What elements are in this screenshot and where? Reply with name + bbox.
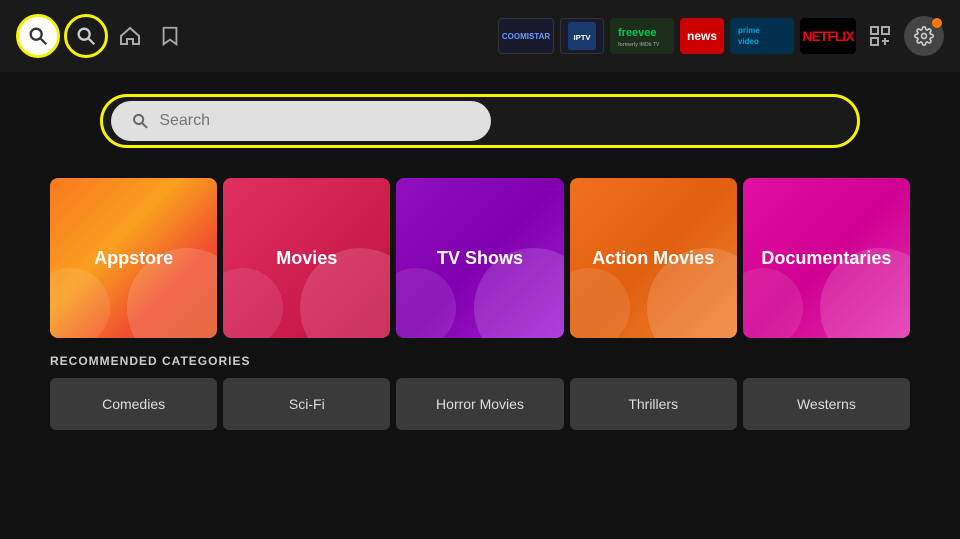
tile-appstore-label: Appstore xyxy=(94,248,173,269)
tile-appstore[interactable]: Appstore xyxy=(50,178,217,338)
category-tiles: Appstore Movies TV Shows Action Movies D… xyxy=(0,178,960,338)
pill-horror[interactable]: Horror Movies xyxy=(396,378,563,430)
app-logos: COOMISTAR IPTV freevee formerly IMDb TV … xyxy=(498,16,944,56)
tile-action-movies[interactable]: Action Movies xyxy=(570,178,737,338)
pill-westerns[interactable]: Westerns xyxy=(743,378,910,430)
search-icon-outlined[interactable] xyxy=(64,14,108,58)
category-pills: Comedies Sci-Fi Horror Movies Thrillers … xyxy=(50,378,910,430)
recommended-section: RECOMMENDED CATEGORIES Comedies Sci-Fi H… xyxy=(0,338,960,430)
svg-text:video: video xyxy=(738,37,759,46)
notification-badge xyxy=(932,18,942,28)
search-circle-button[interactable] xyxy=(16,14,60,58)
svg-text:IPTV: IPTV xyxy=(573,33,591,42)
tile-tvshows[interactable]: TV Shows xyxy=(396,178,563,338)
search-bar-icon xyxy=(131,111,149,131)
search-input[interactable] xyxy=(159,112,471,130)
svg-text:prime: prime xyxy=(738,26,760,35)
netflix-logo[interactable]: NETFLIX xyxy=(800,18,856,54)
bookmark-icon[interactable] xyxy=(152,18,188,54)
search-bar-container xyxy=(100,94,860,148)
pill-comedies[interactable]: Comedies xyxy=(50,378,217,430)
news-logo[interactable]: news xyxy=(680,18,724,54)
freevee-logo[interactable]: freevee formerly IMDb TV xyxy=(610,18,674,54)
pill-scifi[interactable]: Sci-Fi xyxy=(223,378,390,430)
settings-button[interactable] xyxy=(904,16,944,56)
search-bar[interactable] xyxy=(111,101,491,141)
grid-icon[interactable] xyxy=(862,18,898,54)
tile-documentaries-label: Documentaries xyxy=(761,248,891,269)
nav-left-icons xyxy=(16,14,188,58)
home-icon[interactable] xyxy=(112,18,148,54)
tile-movies-label: Movies xyxy=(276,248,337,269)
iptv-logo[interactable]: IPTV xyxy=(560,18,604,54)
tile-documentaries[interactable]: Documentaries xyxy=(743,178,910,338)
coomistar-logo[interactable]: COOMISTAR xyxy=(498,18,554,54)
tile-tvshows-label: TV Shows xyxy=(437,248,523,269)
primevideo-logo[interactable]: prime video xyxy=(730,18,794,54)
tile-movies[interactable]: Movies xyxy=(223,178,390,338)
pill-thrillers[interactable]: Thrillers xyxy=(570,378,737,430)
search-section xyxy=(0,72,960,170)
recommended-title: RECOMMENDED CATEGORIES xyxy=(50,354,910,368)
top-navigation: COOMISTAR IPTV freevee formerly IMDb TV … xyxy=(0,0,960,72)
tile-action-label: Action Movies xyxy=(592,248,714,269)
svg-text:formerly IMDb TV: formerly IMDb TV xyxy=(618,42,660,48)
svg-text:freevee: freevee xyxy=(618,27,657,39)
